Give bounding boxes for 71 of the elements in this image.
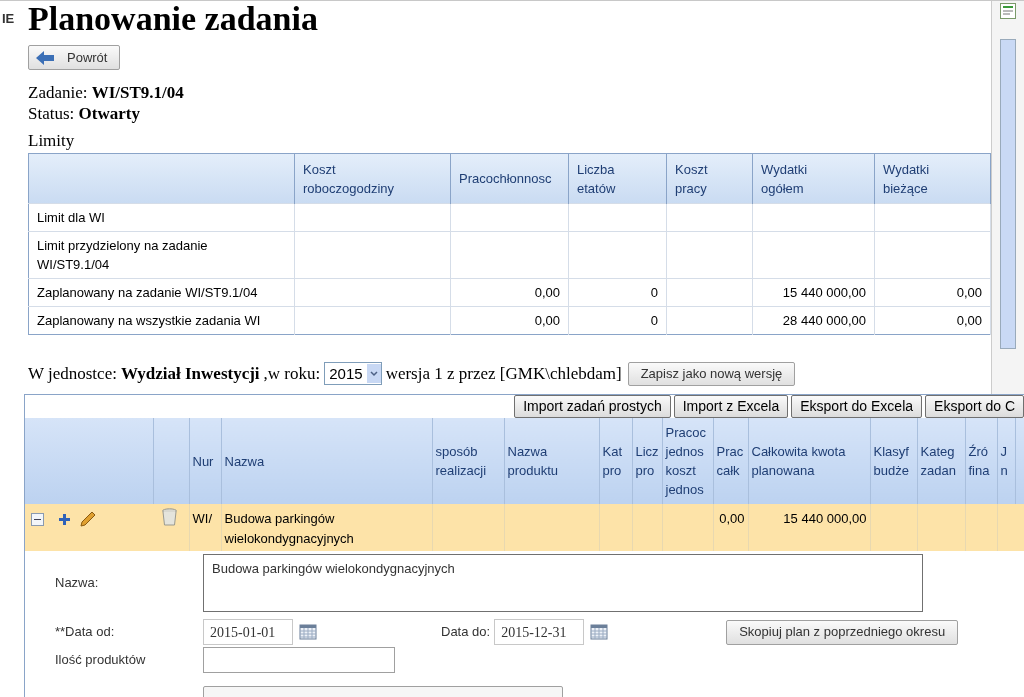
table-cell: 0 <box>650 284 658 300</box>
column-header: Wydatki ogółem <box>752 153 875 204</box>
date-from-field[interactable]: 2015-01-01 <box>203 619 293 645</box>
column-header: Koszt roboczogodziny <box>294 153 451 204</box>
row-tools-cell[interactable] <box>25 504 153 551</box>
products-field[interactable] <box>203 647 395 673</box>
toolbar-button[interactable]: Eksport do Excela <box>791 395 923 418</box>
table-cell: 28 440 000,00 <box>782 312 866 328</box>
table-cell: 0,00 <box>534 284 560 300</box>
table-cell: 0,00 <box>534 312 560 328</box>
table-cell: 0,00 <box>956 312 982 328</box>
table-cell: 0,00 <box>719 511 745 526</box>
column-header: sposób realizacji <box>435 444 487 478</box>
row-label: Zaplanowany na zadanie WI/ST9.1/04 <box>37 284 258 302</box>
table-cell: 15 440 000,00 <box>782 284 866 300</box>
pencil-icon[interactable] <box>79 510 97 528</box>
date-from-label: **Data od: <box>55 623 116 642</box>
table-cell: Budowa parkingów wielokondygnacyjnych <box>224 511 354 546</box>
column-header: Całkowita kwota planowana <box>751 444 846 478</box>
toolbar-button[interactable]: Import zadań prostych <box>514 395 671 418</box>
column-header: Prac całk <box>716 444 744 478</box>
version-text: wersja 1 z przez [GMK\chlebdam] <box>385 363 622 385</box>
plus-icon[interactable] <box>58 512 71 526</box>
column-header: Licz pro <box>635 444 659 478</box>
toolbar-button[interactable]: Eksport do C <box>925 395 1024 418</box>
back-button[interactable]: Powrót <box>28 45 121 70</box>
calendar-icon[interactable] <box>590 624 609 640</box>
date-to-label: Data do: <box>441 623 491 642</box>
column-header: Wydatki bieżące <box>874 153 991 204</box>
table-cell: 0,00 <box>956 284 982 300</box>
collapse-icon[interactable] <box>31 512 44 526</box>
column-header: J n <box>1000 444 1008 478</box>
row-label: Limit przydzielony na zadanie WI/ST9.1/04 <box>37 237 209 274</box>
back-arrow-icon <box>35 49 55 66</box>
row-label: Zaplanowany na wszystkie zadania WI <box>37 312 261 330</box>
unit-label: W jednostce: <box>28 363 117 385</box>
limits-title: Limity <box>28 130 76 151</box>
toolbar-button[interactable]: Import z Excela <box>673 395 789 418</box>
task-line: Zadanie: WI/ST9.1/04 <box>28 82 185 103</box>
date-to-field[interactable]: 2015-12-31 <box>494 619 585 645</box>
scrollbar[interactable] <box>991 1 1024 394</box>
column-header: Kat pro <box>602 444 622 478</box>
column-header: Pracochłonnosc <box>450 153 569 204</box>
save-version-button[interactable]: Zapisz jako nową wersję <box>627 361 796 386</box>
column-header: Nur <box>192 453 214 469</box>
name-label: Nazwa: <box>55 574 100 593</box>
calendar-icon[interactable] <box>299 624 317 640</box>
table-cell: 15 440 000,00 <box>783 511 867 526</box>
column-header: Kateg zadan <box>920 444 956 478</box>
column-header: Pracoc jednos koszt jednos <box>665 425 706 497</box>
column-header: Liczba etatów <box>568 153 667 204</box>
name-textarea[interactable]: Budowa parkingów wielokondygnacyjnych <box>203 554 923 612</box>
column-header: Koszt pracy <box>666 153 753 204</box>
column-header: Nazwa produktu <box>507 444 559 478</box>
list-icon[interactable] <box>1000 3 1016 19</box>
table-cell: WI/ <box>192 511 212 526</box>
products-label: Ilość produktów <box>55 651 147 670</box>
year-label: ,w roku: <box>263 363 321 385</box>
column-header: Źró fina <box>968 444 990 478</box>
header-fragment: IE <box>1 10 16 29</box>
row-label: Limit dla WI <box>37 209 105 227</box>
table-cell: 0 <box>650 312 658 328</box>
column-header: Klasyf budże <box>873 444 909 478</box>
chevron-down-icon <box>369 370 378 377</box>
year-select[interactable]: 2015 <box>324 362 382 386</box>
unit-name: Wydział Inwestycji <box>120 363 260 385</box>
copy-plan-button[interactable]: Skopiuj plan z poprzedniego okresu <box>726 619 959 645</box>
column-header: Nazwa <box>224 453 265 469</box>
trash-can-icon[interactable] <box>161 508 178 526</box>
status-line: Status: Otwarty <box>28 103 141 124</box>
page-title: Planowanie zadania <box>28 2 318 36</box>
